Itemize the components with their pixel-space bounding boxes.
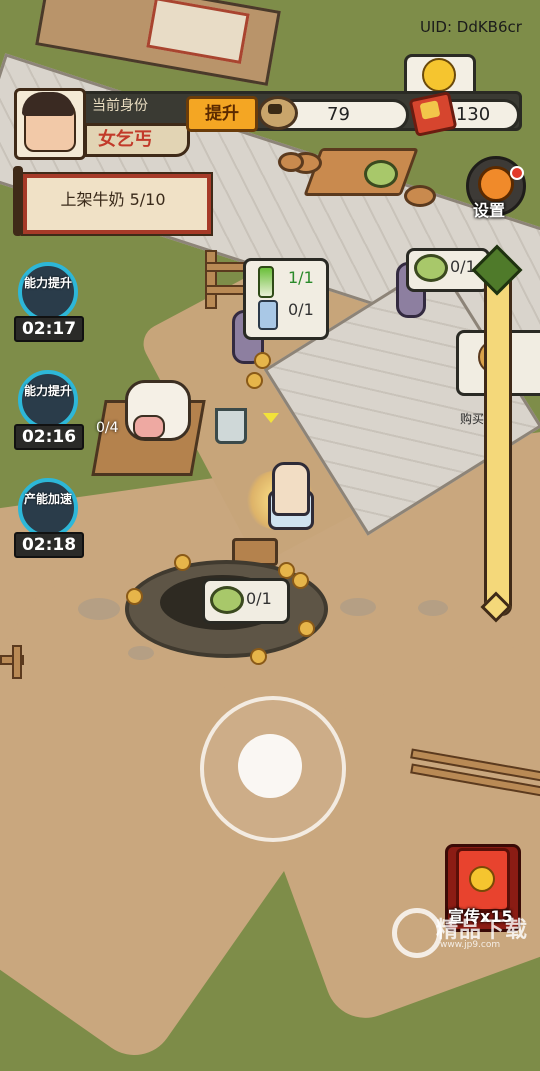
- leek-icon: [258, 266, 274, 298]
- dish-icon: [210, 586, 244, 614]
- hammer-icon: [18, 262, 78, 322]
- dish-icon: [364, 160, 398, 188]
- target-arrow-icon: [263, 413, 279, 423]
- stool: [278, 152, 304, 172]
- coin-icon[interactable]: [250, 648, 267, 665]
- bottle-count: 0/1: [288, 300, 314, 319]
- watermark-logo: [392, 908, 442, 958]
- settings-label: 设置: [473, 201, 506, 220]
- side-panel-label: 购买: [460, 412, 485, 426]
- uid-label: UID: DdKB6cr: [420, 18, 522, 36]
- leek-count: 1/1: [288, 268, 314, 287]
- zoom-slider-track[interactable]: [484, 260, 512, 616]
- cow-nose: [133, 415, 165, 439]
- quest-scroll-rod: [13, 166, 23, 236]
- skill-timer: 02:18: [14, 532, 84, 558]
- stool: [404, 185, 436, 207]
- speed-icon: [18, 478, 78, 538]
- broom-icon: [18, 370, 78, 430]
- watermark-url: www.jp9.com: [440, 940, 501, 950]
- quest-text: 上架牛奶 5/10: [60, 190, 166, 209]
- rock: [128, 646, 154, 660]
- coin-hole: [268, 104, 282, 114]
- well-order-count: 0/1: [246, 589, 272, 608]
- milk-bucket[interactable]: [215, 408, 247, 444]
- coin-icon[interactable]: [174, 554, 191, 571]
- smiley-icon: [422, 58, 456, 92]
- rock: [340, 598, 376, 616]
- fence: [12, 645, 22, 679]
- dining-table[interactable]: [303, 148, 419, 196]
- notification-dot: [510, 166, 524, 180]
- identity-label: 当前身份: [92, 98, 148, 114]
- dish-icon: [414, 254, 448, 282]
- coin-icon[interactable]: [126, 588, 143, 605]
- cow-pen-count: 0/4: [96, 420, 119, 436]
- ingredient-bubble[interactable]: [243, 258, 329, 340]
- skill-label: 能力提升: [23, 384, 72, 398]
- order-count: 0/1: [450, 257, 476, 276]
- rock: [78, 598, 120, 620]
- player-head: [272, 462, 310, 516]
- identity-name: 女乞丐: [98, 129, 152, 150]
- coin-icon[interactable]: [298, 620, 315, 637]
- joystick-thumb[interactable]: [238, 734, 302, 798]
- coin-icon[interactable]: [246, 372, 263, 389]
- avatar-hair: [22, 92, 74, 116]
- rock: [418, 600, 448, 616]
- coin-icon[interactable]: [292, 572, 309, 589]
- flower-icon: [469, 866, 495, 892]
- skill-label: 能力提升: [23, 276, 72, 290]
- upgrade-button[interactable]: 提升: [186, 96, 258, 132]
- bottle-icon: [258, 300, 278, 330]
- coin-icon[interactable]: [254, 352, 271, 369]
- skill-timer: 02:17: [14, 316, 84, 342]
- skill-label: 产能加速: [23, 492, 72, 506]
- fence: [205, 250, 217, 309]
- skill-timer: 02:16: [14, 424, 84, 450]
